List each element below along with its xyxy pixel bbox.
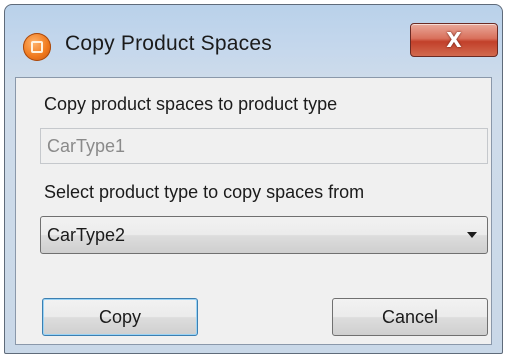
- close-icon: X: [446, 28, 462, 52]
- source-type-label: Select product type to copy spaces from: [44, 182, 365, 202]
- dialog-window: Copy Product Spaces X Copy product space…: [4, 4, 503, 354]
- cancel-button[interactable]: Cancel: [332, 298, 488, 336]
- target-type-field: CarType1: [40, 128, 488, 164]
- source-type-dropdown[interactable]: CarType2: [40, 216, 488, 254]
- source-type-selected: CarType2: [47, 225, 126, 245]
- dropdown-arrow-icon: [467, 232, 477, 238]
- copy-button[interactable]: Copy: [42, 298, 198, 336]
- dialog-body: Copy product spaces to product type CarT…: [15, 77, 492, 345]
- target-type-label: Copy product spaces to product type: [44, 94, 338, 114]
- app-icon: [23, 33, 51, 61]
- close-button[interactable]: X: [410, 23, 498, 57]
- window-title: Copy Product Spaces: [65, 32, 272, 55]
- title-bar[interactable]: Copy Product Spaces X: [5, 5, 502, 77]
